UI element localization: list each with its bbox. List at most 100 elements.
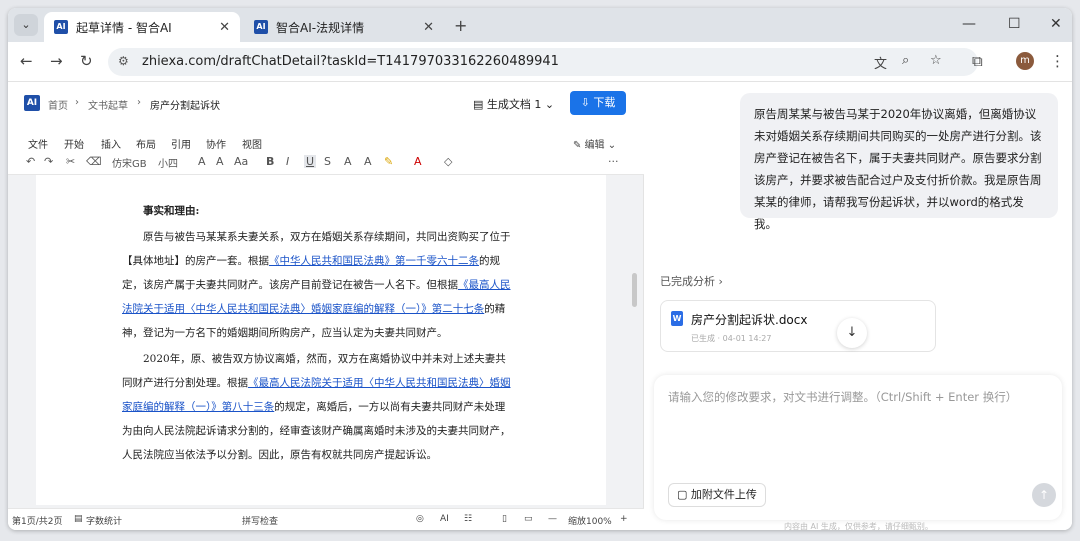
file-icon: ▢ [677, 488, 691, 501]
bookmark-star-icon[interactable]: ☆ [930, 53, 942, 68]
menu-view[interactable]: 视图 [242, 136, 262, 151]
zoom-out-icon[interactable]: — [548, 514, 557, 524]
chevron-down-icon: ⌄ [544, 98, 555, 111]
send-button[interactable]: ↑ [1032, 483, 1056, 507]
address-bar[interactable]: ⚙ zhiexa.com/draftChatDetail?taskId=T141… [108, 48, 978, 76]
breadcrumb-separator-icon: › [75, 97, 79, 108]
superscript-icon[interactable]: A [344, 155, 352, 168]
minimize-icon[interactable]: — [962, 16, 976, 32]
font-color-icon[interactable]: A [414, 155, 422, 168]
download-file-button[interactable]: ↓ [837, 318, 867, 348]
ai-disclaimer: 内容由 AI 生成，仅供参考，请仔细甄别。 [784, 522, 933, 530]
chat-input-box[interactable]: 请输入您的修改要求，对文书进行调整。（Ctrl/Shift + Enter 换行… [654, 375, 1062, 520]
site-info-icon[interactable]: ⚙ [118, 54, 129, 68]
redo-icon[interactable]: ↷ [44, 155, 53, 168]
chat-panel: 原告周某某与被告马某于2020年协议离婚，但离婚协议未对婚姻关系存续期间共同购买… [644, 83, 1072, 530]
back-icon[interactable]: ← [20, 52, 33, 70]
tab-search-button[interactable]: ⌄ [14, 14, 38, 36]
font-family-select[interactable]: 仿宋GB [112, 155, 147, 170]
law-link[interactable]: 《中华人民共和国民法典》第一千零六十二条 [269, 255, 479, 267]
italic-icon[interactable]: I [286, 155, 289, 168]
document-page[interactable]: 事实和理由: 原告与被告马某某系夫妻关系，双方在婚姻关系存续期间，共同出资购买了… [36, 175, 606, 505]
globe-icon[interactable]: ◎ [416, 514, 424, 524]
forward-icon[interactable]: → [50, 52, 63, 70]
download-icon: ⇩ [580, 96, 594, 109]
close-tab-icon[interactable]: ✕ [423, 20, 434, 35]
user-message-bubble: 原告周某某与被告马某于2020年协议离婚，但离婚协议未对婚姻关系存续期间共同购买… [740, 93, 1058, 231]
menu-layout[interactable]: 布局 [136, 136, 156, 151]
extensions-icon[interactable]: ⧉ [972, 52, 983, 70]
reload-icon[interactable]: ↻ [80, 52, 93, 70]
maximize-icon[interactable]: ☐ [1008, 16, 1021, 32]
file-name: 房产分割起诉状.docx [691, 313, 808, 327]
breadcrumb-drafting[interactable]: 文书起草 [88, 97, 128, 112]
app-logo[interactable]: AI [24, 95, 40, 111]
increase-font-icon[interactable]: A [198, 155, 206, 168]
url-text: zhiexa.com/draftChatDetail?taskId=T14179… [142, 54, 559, 69]
zoom-icon[interactable]: ⌕ [902, 53, 909, 68]
site-favicon-icon: AI [54, 20, 68, 34]
doc-paragraph: 2020年，原、被告双方协议离婚，然而，双方在离婚协议中并未对上述夫妻共同财产进… [122, 353, 511, 461]
clear-format-icon[interactable]: ⌫ [86, 155, 102, 168]
browser-toolbar: ← → ↻ ⚙ zhiexa.com/draftChatDetail?taskI… [8, 42, 1072, 82]
close-tab-icon[interactable]: ✕ [219, 20, 230, 35]
breadcrumb-home[interactable]: 首页 [48, 97, 68, 112]
menu-collaborate[interactable]: 协作 [206, 136, 226, 151]
zoom-in-icon[interactable]: + [620, 514, 628, 524]
doc-prev-line [122, 175, 512, 185]
decrease-font-icon[interactable]: A [216, 155, 224, 168]
site-favicon-icon: AI [254, 20, 268, 34]
document-body: 事实和理由: 原告与被告马某某系夫妻关系，双方在婚姻关系存续期间，共同出资购买了… [122, 175, 512, 469]
subscript-icon[interactable]: A [364, 155, 372, 168]
doc-paragraph: 原告与被告马某某系夫妻关系，双方在婚姻关系存续期间，共同出资购买了位于【具体地址… [122, 231, 511, 339]
doc-icon: ▤ [473, 98, 487, 111]
menu-insert[interactable]: 插入 [101, 136, 121, 151]
web-view-icon[interactable]: ▭ [524, 514, 533, 524]
menu-file[interactable]: 文件 [28, 136, 48, 151]
page-view-icon[interactable]: ▯ [502, 514, 507, 524]
chat-input-placeholder[interactable]: 请输入您的修改要求，对文书进行调整。（Ctrl/Shift + Enter 换行… [668, 389, 1017, 405]
browser-tab-active[interactable]: AI 起草详情 - 智合AI ✕ [44, 12, 240, 42]
analysis-complete-toggle[interactable]: 已完成分析 › [660, 273, 723, 289]
browser-window: ⌄ AI 起草详情 - 智合AI ✕ AI 智合AI-法规详情 ✕ + — ☐ … [8, 8, 1072, 530]
download-button[interactable]: ⇩ 下载 [570, 91, 626, 115]
profile-avatar[interactable]: m [1016, 52, 1034, 70]
highlight-icon[interactable]: ✎ [384, 155, 393, 168]
close-window-icon[interactable]: ✕ [1050, 16, 1062, 32]
menu-references[interactable]: 引用 [171, 136, 191, 151]
word-count[interactable]: 字数统计 [86, 514, 122, 527]
strikethrough-icon[interactable]: S [324, 155, 331, 168]
format-painter-icon[interactable]: ✂ [66, 155, 75, 168]
zoom-level[interactable]: 缩放100% [568, 514, 612, 527]
upload-file-button[interactable]: ▢ 加附文件上传 [668, 483, 766, 507]
document-editor: AI 首页 › 文书起草 › 房产分割起诉状 ▤ 生成文档 1 ⌄ ⇩ 下载 文… [8, 83, 644, 530]
file-meta: 已生成 · 04-01 14:27 [691, 334, 772, 343]
more-menu-icon[interactable]: ⋮ [1050, 52, 1065, 70]
chevron-right-icon: › [718, 275, 723, 288]
status-bar: 第1页/共2页 ▤ 字数统计 拼写检查 ◎ AI ☷ ▯ ▭ — 缩放100% … [8, 508, 644, 530]
browser-tab[interactable]: AI 智合AI-法规详情 ✕ [244, 12, 444, 42]
read-mode-icon[interactable]: ☷ [464, 514, 472, 524]
ai-icon[interactable]: AI [440, 514, 449, 524]
translate-icon[interactable]: 文 [874, 53, 887, 72]
tab-strip: ⌄ AI 起草详情 - 智合AI ✕ AI 智合AI-法规详情 ✕ + — ☐ … [8, 8, 1072, 42]
editor-scrollbar[interactable] [632, 273, 637, 307]
page-indicator[interactable]: 第1页/共2页 [12, 514, 63, 527]
tab-title: 智合AI-法规详情 [276, 20, 365, 35]
word-file-icon: W [671, 311, 683, 326]
breadcrumb-separator-icon: › [137, 97, 141, 108]
font-size-select[interactable]: 小四 [158, 155, 178, 170]
more-tools-icon[interactable]: ··· [608, 155, 619, 168]
spellcheck[interactable]: 拼写检查 [242, 514, 278, 527]
undo-icon[interactable]: ↶ [26, 155, 35, 168]
pencil-icon: ✎ [573, 140, 585, 151]
text-effect-icon[interactable]: Aa [234, 155, 248, 168]
generated-docs-dropdown[interactable]: ▤ 生成文档 1 ⌄ [473, 96, 554, 112]
bold-icon[interactable]: B [266, 155, 274, 168]
new-tab-button[interactable]: + [454, 16, 467, 35]
underline-icon[interactable]: U [304, 155, 317, 168]
generated-file-card[interactable]: W 房产分割起诉状.docx 已生成 · 04-01 14:27 ↓ [660, 300, 936, 352]
edit-mode-dropdown[interactable]: ✎ 编辑 ⌄ [573, 136, 616, 151]
eraser-icon[interactable]: ◇ [444, 155, 452, 168]
ribbon-menu: 文件 开始 插入 布局 引用 协作 视图 ✎ 编辑 ⌄ [8, 121, 644, 154]
